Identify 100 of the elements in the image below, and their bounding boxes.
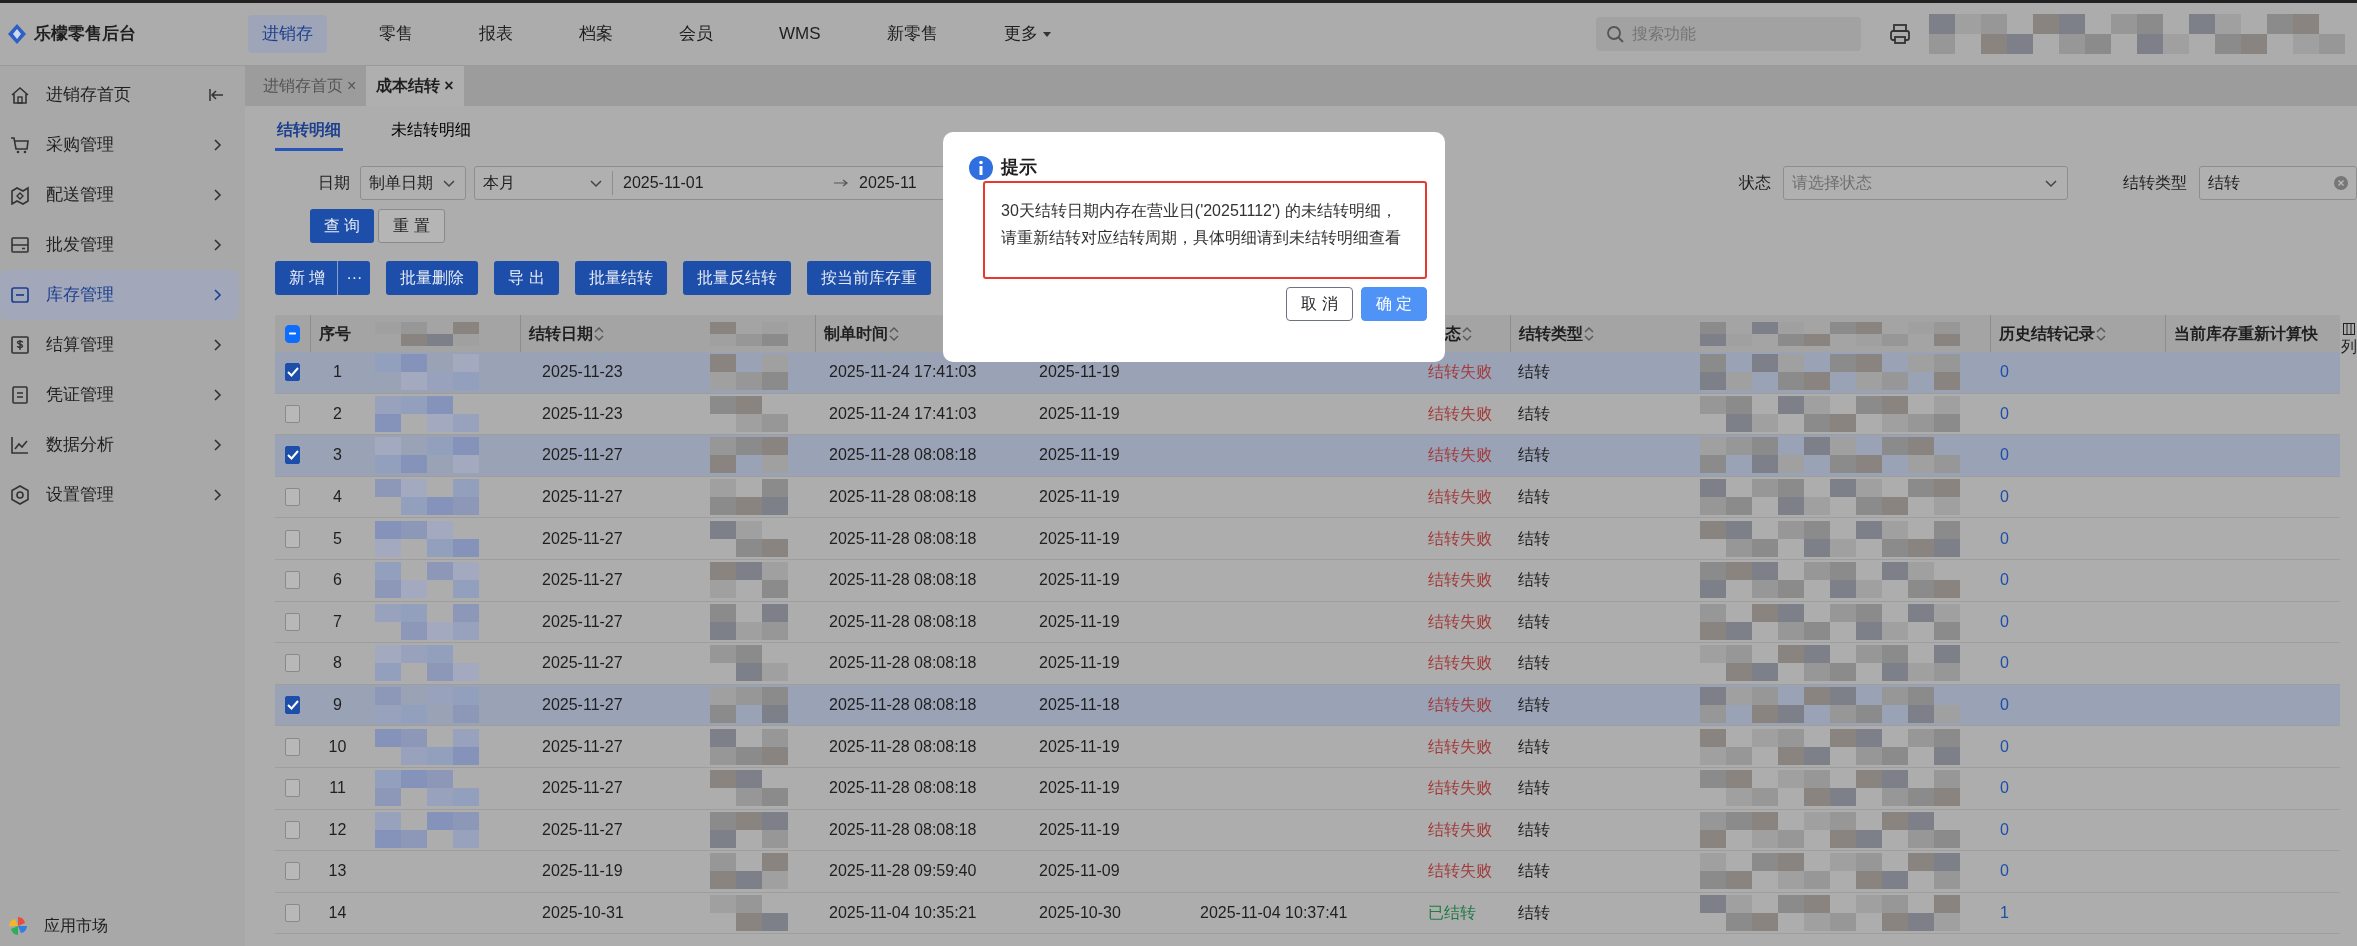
table-row[interactable]: 8 2025-11-27 2025-11-28 08:08:18 2025-11-19 结转失败 结转 0	[275, 643, 2340, 685]
status-text: 结转失败	[1428, 528, 1492, 549]
table-cell-text: 2	[333, 403, 342, 424]
table-cell-text: 2025-11-28 08:08:18	[829, 611, 977, 632]
dialog-message: 30天结转日期内存在营业日('20251112') 的未结转明细，请重新结转对应结转周期，具体明细请到未结转明细查看	[983, 181, 1427, 280]
row-checkbox[interactable]	[285, 737, 300, 756]
action-button[interactable]: 批量删除	[386, 261, 479, 295]
nav-item[interactable]: 报表	[465, 15, 527, 53]
nav-item[interactable]: 档案	[565, 15, 627, 53]
table-row[interactable]: 11 2025-11-27 2025-11-28 08:08:18 2025-11-19 结转失败 结转 0	[275, 767, 2340, 810]
reset-button[interactable]: 重 置	[378, 209, 445, 243]
sidebar-item[interactable]: 应用市场	[0, 914, 245, 938]
sidebar-label: 库存管理	[46, 284, 115, 307]
query-button[interactable]: 查 询	[310, 209, 375, 243]
period-select[interactable]: 本月	[483, 171, 613, 195]
table-cell-text: 2025-11-19	[1039, 778, 1120, 799]
add-button[interactable]: 新 增	[275, 261, 338, 295]
table-row[interactable]: 9 2025-11-27 2025-11-28 08:08:18 2025-11-18 结转失败 结转 0	[275, 684, 2340, 727]
close-icon[interactable]: ×	[444, 74, 454, 98]
sidebar-item[interactable]: 结算管理	[0, 320, 239, 370]
date-value: 2025-11	[859, 173, 917, 193]
nav-item[interactable]: 零售	[365, 15, 427, 53]
sub-tab[interactable]: 未结转明细	[389, 112, 473, 151]
table-cell-text: 2025-11-18	[1039, 695, 1120, 716]
sidebar-item[interactable]: 采购管理	[0, 120, 239, 170]
table-row[interactable]: 13 2025-11-19 2025-11-28 09:59:40 2025-11-09 结转失败 结转 0	[275, 851, 2340, 893]
nav-item[interactable]: 进销存	[248, 15, 327, 53]
sidebar-item[interactable]: 配送管理	[0, 170, 239, 220]
row-checkbox[interactable]	[285, 404, 300, 423]
row-checkbox[interactable]	[285, 779, 300, 798]
nav-item[interactable]: WMS	[765, 15, 835, 53]
row-checkbox[interactable]	[285, 529, 300, 548]
table-row[interactable]: 4 2025-11-27 2025-11-28 08:08:18 2025-11-19 结转失败 结转 0	[275, 476, 2340, 519]
column-header[interactable]: 结转日期	[529, 321, 605, 346]
row-checkbox[interactable]	[285, 696, 300, 715]
row-checkbox[interactable]	[285, 612, 300, 631]
printer-icon[interactable]	[1889, 23, 1911, 45]
table-cell-text: 5	[333, 528, 342, 549]
nav-item[interactable]: 新零售	[872, 15, 952, 53]
row-checkbox[interactable]	[285, 862, 300, 881]
nav-item[interactable]: 会员	[665, 15, 727, 53]
table-cell-text: 2025-11-19	[1039, 487, 1120, 508]
select-all-checkbox[interactable]	[285, 324, 300, 343]
page-tab[interactable]: 成本结转 ×	[366, 66, 464, 106]
row-checkbox[interactable]	[285, 571, 300, 590]
table-cell-text: 2025-11-27	[542, 736, 623, 757]
row-checkbox[interactable]	[285, 446, 300, 465]
sort-icon	[593, 325, 605, 342]
table-cell-text: 结转	[1518, 861, 1550, 882]
row-checkbox[interactable]	[285, 820, 300, 839]
table-row[interactable]: 7 2025-11-27 2025-11-28 08:08:18 2025-11-19 结转失败 结转 0	[275, 601, 2340, 644]
collapse-icon[interactable]	[209, 87, 225, 103]
map-icon	[10, 185, 30, 205]
clear-icon[interactable]	[2334, 176, 2348, 190]
sidebar-item[interactable]: 数据分析	[0, 420, 239, 470]
history-count[interactable]: 1	[2000, 901, 2009, 925]
table-cell-text: 2025-11-27	[542, 819, 623, 840]
sidebar-item[interactable]: 凭证管理	[0, 370, 239, 420]
table-cell-text: 2025-11-23	[542, 403, 623, 424]
sidebar-item[interactable]: 批发管理	[0, 220, 239, 270]
row-checkbox[interactable]	[285, 363, 300, 382]
cancel-button[interactable]: 取 消	[1286, 287, 1353, 322]
more-button[interactable]: ···	[337, 261, 371, 295]
table-cell-text: 2025-11-19	[1039, 528, 1120, 549]
column-header[interactable]: 态	[1445, 321, 1473, 346]
table-row[interactable]: 3 2025-11-27 2025-11-28 08:08:18 2025-11-19 结转失败 结转 0	[275, 435, 2340, 477]
action-button[interactable]: 导 出	[494, 261, 559, 295]
columns-icon[interactable]	[2342, 323, 2355, 335]
type-select[interactable]: 结转	[2199, 166, 2357, 200]
table-row[interactable]: 6 2025-11-27 2025-11-28 08:08:18 2025-11-19 结转失败 结转 0	[275, 559, 2340, 602]
table-cell-text: 2025-11-19	[1039, 611, 1120, 632]
date-type-select[interactable]: 制单日期	[360, 166, 466, 200]
sidebar-item[interactable]: 库存管理	[0, 270, 239, 320]
action-button[interactable]: 按当前库存重	[806, 261, 931, 295]
row-checkbox[interactable]	[285, 488, 300, 507]
status-text: 结转失败	[1428, 778, 1492, 799]
sub-tab[interactable]: 结转明细	[275, 112, 343, 151]
sidebar-label: 配送管理	[46, 184, 115, 207]
column-header[interactable]: 结转类型	[1519, 321, 1595, 346]
table-row[interactable]: 10 2025-11-27 2025-11-28 08:08:18 2025-11-19 结转失败 结转 0	[275, 726, 2340, 768]
sort-icon	[1461, 325, 1473, 342]
table-row[interactable]: 5 2025-11-27 2025-11-28 08:08:18 2025-11-19 结转失败 结转 0	[275, 518, 2340, 560]
column-header[interactable]: 历史结转记录	[1999, 321, 2107, 346]
row-checkbox[interactable]	[285, 654, 300, 673]
sidebar-item[interactable]: 设置管理	[0, 470, 239, 520]
action-button[interactable]: 批量反结转	[682, 261, 791, 295]
table-row[interactable]: 1 2025-11-23 2025-11-24 17:41:03 2025-11-19 结转失败 结转 0	[275, 352, 2340, 394]
sidebar-label: 设置管理	[46, 484, 115, 507]
table-cell-text: 结转	[1518, 736, 1550, 757]
row-checkbox[interactable]	[285, 904, 300, 922]
table-cell-text: 2025-11-04 10:35:21	[829, 903, 977, 923]
nav-item[interactable]: 更多	[989, 15, 1066, 53]
table-row[interactable]: 12 2025-11-27 2025-11-28 08:08:18 2025-11-19 结转失败 结转 0	[275, 809, 2340, 852]
action-button[interactable]: 批量结转	[574, 261, 667, 295]
table-row[interactable]: 14 2025-10-31 2025-11-04 10:35:21 2025-10-30 2025-11-04 10:37:41 已结转 结转 1	[275, 892, 2340, 935]
column-settings-label[interactable]: 列	[2340, 335, 2357, 359]
column-header[interactable]: 制单时间	[824, 321, 900, 346]
sidebar-item[interactable]: 进销存首页	[0, 70, 239, 120]
sidebar-label: 采购管理	[46, 134, 115, 157]
sidebar-label: 凭证管理	[46, 384, 115, 407]
